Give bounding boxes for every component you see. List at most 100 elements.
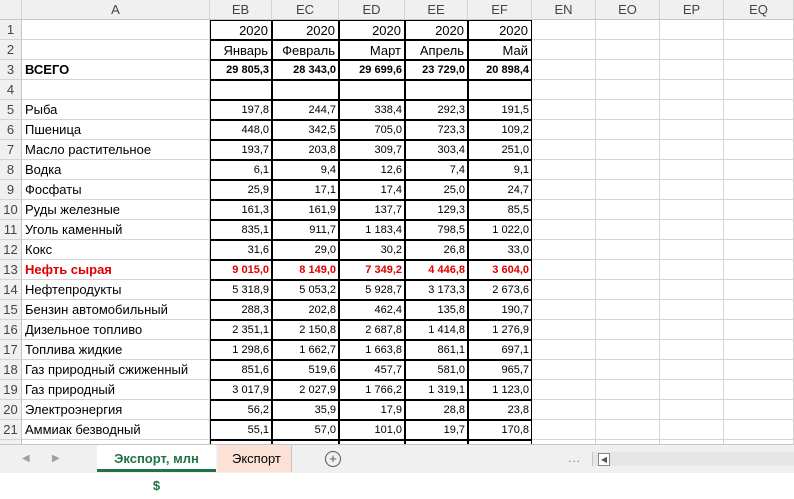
value-cell[interactable]: 8 149,0 [272, 260, 339, 280]
empty-cell[interactable] [660, 20, 724, 40]
value-cell[interactable]: 9,4 [272, 160, 339, 180]
empty-cell[interactable] [724, 120, 794, 140]
value-cell[interactable]: 170,8 [468, 420, 532, 440]
value-cell[interactable]: 28 343,0 [272, 60, 339, 80]
row-number[interactable]: 5 [0, 100, 22, 120]
value-cell[interactable]: 4 446,8 [405, 260, 468, 280]
empty-cell[interactable] [660, 120, 724, 140]
value-cell[interactable]: 33,0 [468, 240, 532, 260]
row-label[interactable]: Газ природный [22, 380, 210, 400]
value-cell[interactable]: 6,1 [210, 160, 272, 180]
empty-cell[interactable] [660, 400, 724, 420]
empty-cell[interactable] [532, 300, 596, 320]
value-cell[interactable]: 57,0 [272, 420, 339, 440]
value-cell[interactable]: 12,6 [339, 160, 405, 180]
row-label[interactable]: Рыба [22, 100, 210, 120]
column-header-en[interactable]: EN [532, 0, 596, 20]
empty-cell[interactable] [596, 100, 660, 120]
value-cell[interactable]: 2020 [210, 20, 272, 40]
value-cell[interactable]: 851,6 [210, 360, 272, 380]
value-cell[interactable]: 2020 [272, 20, 339, 40]
empty-cell[interactable] [532, 380, 596, 400]
empty-cell[interactable] [724, 420, 794, 440]
empty-cell[interactable] [596, 220, 660, 240]
column-header-eb[interactable]: EB [210, 0, 272, 20]
value-cell[interactable]: 5 928,7 [339, 280, 405, 300]
empty-cell[interactable] [724, 280, 794, 300]
empty-cell[interactable] [660, 60, 724, 80]
empty-cell[interactable] [596, 120, 660, 140]
value-cell[interactable]: 1 662,7 [272, 340, 339, 360]
empty-cell[interactable] [596, 260, 660, 280]
empty-cell[interactable] [596, 380, 660, 400]
empty-cell[interactable] [660, 420, 724, 440]
empty-cell[interactable] [660, 260, 724, 280]
value-cell[interactable]: 2020 [468, 20, 532, 40]
value-cell[interactable] [272, 80, 339, 100]
value-cell[interactable]: 19,7 [405, 420, 468, 440]
empty-cell[interactable] [532, 20, 596, 40]
column-header-ef[interactable]: EF [468, 0, 532, 20]
row-number[interactable]: 8 [0, 160, 22, 180]
empty-cell[interactable] [596, 20, 660, 40]
row-label[interactable]: Электроэнергия [22, 400, 210, 420]
empty-cell[interactable] [724, 60, 794, 80]
empty-cell[interactable] [724, 300, 794, 320]
sheet-tab-export[interactable]: Экспорт [218, 445, 292, 472]
spreadsheet-grid[interactable]: A EB EC ED EE EF EN EO EP EQ 1 2020 2020 2020 2020 2020… [0, 0, 794, 444]
empty-cell[interactable] [660, 320, 724, 340]
empty-cell[interactable] [724, 200, 794, 220]
value-cell[interactable]: 309,7 [339, 140, 405, 160]
empty-cell[interactable] [724, 320, 794, 340]
row-number[interactable]: 18 [0, 360, 22, 380]
value-cell[interactable]: 135,8 [405, 300, 468, 320]
value-cell[interactable]: 17,9 [339, 400, 405, 420]
row-label[interactable] [22, 40, 210, 60]
empty-cell[interactable] [724, 400, 794, 420]
value-cell[interactable]: 25,9 [210, 180, 272, 200]
empty-cell[interactable] [660, 100, 724, 120]
row-label[interactable]: Кокс [22, 240, 210, 260]
scroll-left-icon[interactable]: ◀ [598, 453, 610, 466]
value-cell[interactable]: 705,0 [339, 120, 405, 140]
empty-cell[interactable] [660, 80, 724, 100]
column-header-eq[interactable]: EQ [724, 0, 794, 20]
row-number[interactable]: 7 [0, 140, 22, 160]
sheet-tab-export-mln[interactable]: Экспорт, млн $ [97, 445, 216, 493]
empty-cell[interactable] [724, 380, 794, 400]
value-cell[interactable]: 244,7 [272, 100, 339, 120]
value-cell[interactable]: 2 351,1 [210, 320, 272, 340]
value-cell[interactable]: 462,4 [339, 300, 405, 320]
value-cell[interactable]: 911,7 [272, 220, 339, 240]
value-cell[interactable]: 137,7 [339, 200, 405, 220]
column-header-a[interactable]: A [22, 0, 210, 20]
row-number[interactable]: 14 [0, 280, 22, 300]
value-cell[interactable]: 342,5 [272, 120, 339, 140]
empty-cell[interactable] [660, 40, 724, 60]
row-label[interactable]: Фосфаты [22, 180, 210, 200]
value-cell[interactable]: 457,7 [339, 360, 405, 380]
row-label[interactable]: Нефтепродукты [22, 280, 210, 300]
column-header-ec[interactable]: EC [272, 0, 339, 20]
value-cell[interactable]: 5 053,2 [272, 280, 339, 300]
empty-cell[interactable] [660, 240, 724, 260]
value-cell[interactable]: 203,8 [272, 140, 339, 160]
empty-cell[interactable] [724, 180, 794, 200]
empty-cell[interactable] [596, 340, 660, 360]
value-cell[interactable]: 29 805,3 [210, 60, 272, 80]
empty-cell[interactable] [724, 340, 794, 360]
empty-cell[interactable] [660, 380, 724, 400]
value-cell[interactable]: 56,2 [210, 400, 272, 420]
row-label[interactable]: Бензин автомобильный [22, 300, 210, 320]
value-cell[interactable]: Февраль [272, 40, 339, 60]
row-label[interactable]: Уголь каменный [22, 220, 210, 240]
row-number[interactable]: 10 [0, 200, 22, 220]
value-cell[interactable]: 161,9 [272, 200, 339, 220]
empty-cell[interactable] [660, 160, 724, 180]
value-cell[interactable]: 193,7 [210, 140, 272, 160]
value-cell[interactable]: 23,8 [468, 400, 532, 420]
value-cell[interactable]: 1 123,0 [468, 380, 532, 400]
value-cell[interactable]: 129,3 [405, 200, 468, 220]
row-label[interactable]: Топлива жидкие [22, 340, 210, 360]
row-number[interactable]: 4 [0, 80, 22, 100]
